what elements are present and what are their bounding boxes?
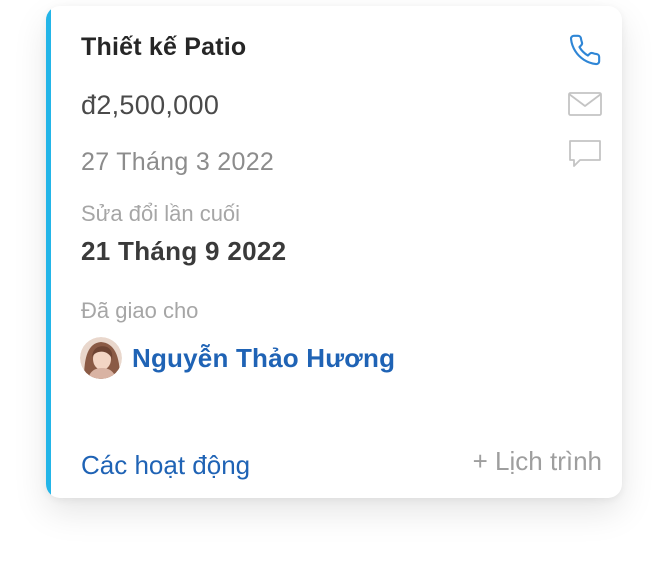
chat-icon[interactable] <box>565 134 605 174</box>
assignee-name-link[interactable]: Nguyễn Thảo Hương <box>132 343 395 374</box>
add-schedule-button[interactable]: + Lịch trình <box>473 446 602 477</box>
card-accent-bar <box>46 6 51 498</box>
deal-date: 27 Tháng 3 2022 <box>81 148 275 176</box>
modified-label: Sửa đổi lần cuối <box>81 201 241 226</box>
deal-title[interactable]: Thiết kế Patio <box>81 33 246 62</box>
stage: Thiết kế Patio đ2,500,000 27 Tháng 3 202… <box>0 0 669 573</box>
phone-icon[interactable] <box>565 30 605 70</box>
assignee[interactable]: Nguyễn Thảo Hương <box>80 336 395 380</box>
assigned-label: Đã giao cho <box>81 298 199 323</box>
avatar[interactable] <box>80 337 122 379</box>
deal-amount: đ2,500,000 <box>81 90 220 120</box>
mail-icon[interactable] <box>565 84 605 124</box>
modified-date: 21 Tháng 9 2022 <box>81 236 287 266</box>
activities-link[interactable]: Các hoạt động <box>81 450 250 481</box>
deal-card[interactable]: Thiết kế Patio đ2,500,000 27 Tháng 3 202… <box>46 6 622 498</box>
